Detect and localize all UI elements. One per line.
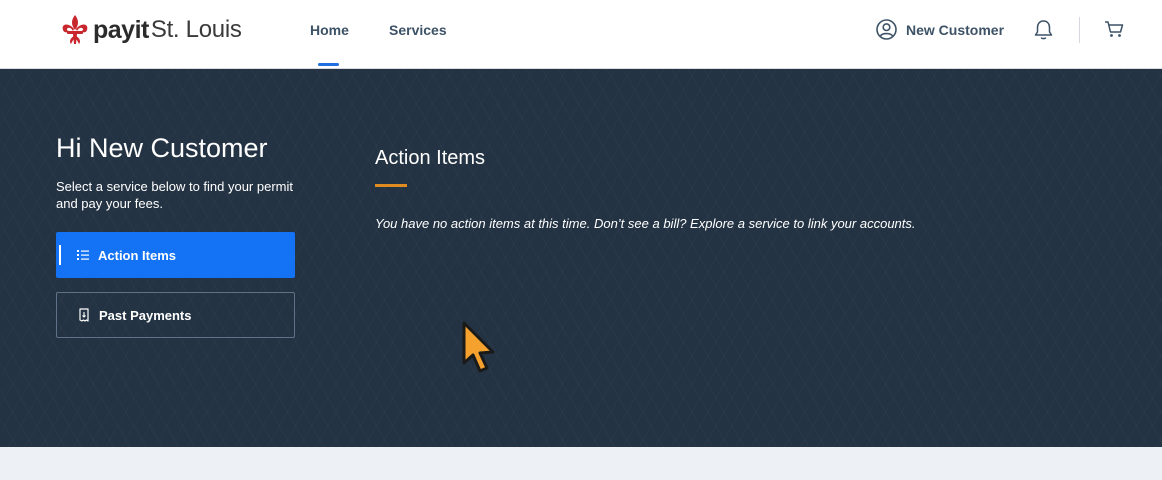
user-circle-icon <box>876 19 897 40</box>
user-name: New Customer <box>906 21 1005 38</box>
logo-city-text: St. Louis <box>150 16 242 43</box>
greeting-heading: Hi New Customer <box>56 133 268 163</box>
title-accent-bar <box>375 184 407 187</box>
action-items-label: Action Items <box>98 247 177 263</box>
page-footer-area <box>0 447 1162 480</box>
header-divider <box>1079 17 1080 43</box>
action-items-button[interactable]: Action Items <box>56 232 295 278</box>
list-icon <box>77 250 89 260</box>
mouse-pointer-icon <box>462 321 495 373</box>
nav-home[interactable]: Home <box>310 22 349 38</box>
dashboard-hero: Hi New Customer Select a service below t… <box>0 69 1162 447</box>
past-payments-label: Past Payments <box>99 307 192 323</box>
top-header: payit St. Louis Home Services New Custom… <box>0 0 1162 69</box>
nav-active-indicator <box>318 63 339 66</box>
user-menu[interactable]: New Customer <box>876 19 1004 40</box>
bell-icon[interactable] <box>1033 19 1054 41</box>
nav-services[interactable]: Services <box>389 22 447 38</box>
active-indicator <box>59 245 61 265</box>
receipt-icon <box>79 308 89 322</box>
empty-state-message: You have no action items at this time. D… <box>375 216 916 231</box>
fleur-de-lis-icon <box>62 15 88 44</box>
logo-brand-text: payit <box>93 15 149 44</box>
payit-st-louis-logo[interactable]: payit St. Louis <box>60 13 242 47</box>
cart-icon[interactable] <box>1104 20 1125 39</box>
past-payments-button[interactable]: Past Payments <box>56 292 295 338</box>
greeting-subtitle: Select a service below to find your perm… <box>56 179 293 211</box>
section-title: Action Items <box>375 147 486 169</box>
